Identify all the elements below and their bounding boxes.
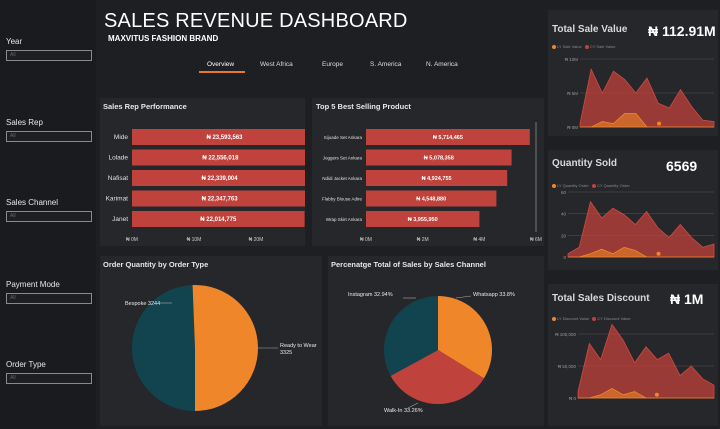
data-label: ₦ 4,548,880 [416, 197, 446, 203]
sales-rep-panel: Sales Rep Performance Mide ₦ 23,593,563 Lo… [100, 98, 305, 246]
data-label: ₦ 22,339,004 [202, 176, 239, 182]
category-label: Flabby Blouse Adire [322, 197, 363, 202]
y-tick-label: ₦ 5M [567, 91, 578, 96]
category-label: Mide [114, 134, 128, 141]
data-label: ₦ 3,955,950 [408, 217, 438, 223]
x-tick-label: ₦ 2M [417, 237, 429, 243]
category-label: Ndidi Jacket Ankara [322, 176, 362, 181]
filter-sales-channel: Sales Channel All [6, 198, 92, 222]
marker-dot [657, 121, 662, 126]
slice-label: Ready to Wear [280, 343, 317, 349]
payment-mode-dropdown[interactable]: All [6, 293, 92, 304]
kpi-total-sale-value: Total Sale Value ₦ 112.91M LY Sale Value… [548, 10, 718, 136]
brand-subtitle: MAXVITUS FASHION BRAND [108, 34, 219, 43]
slice-label: Whatsapp 33.8% [473, 292, 515, 298]
marker-dot [656, 251, 661, 256]
tab-s-america[interactable]: S. America [370, 61, 401, 68]
year-dropdown[interactable]: All [6, 50, 92, 61]
y-tick-label: 60 [561, 190, 567, 195]
kpi-quantity-sold: Quantity Sold 6569 LY Quantity Order CY … [548, 150, 718, 270]
filter-label: Order Type [6, 360, 46, 369]
sale-value-area-chart: ₦ 10M ₦ 5M ₦ 0M [565, 57, 715, 130]
slice-label: Walk-In 33.26% [384, 408, 423, 414]
category-label: Wrap Skirt Ankara [326, 217, 363, 222]
tab-n-america[interactable]: N. America [426, 61, 458, 68]
top-products-panel: Top 5 Best Selling Product Sijuade Set A… [312, 98, 544, 246]
data-label: ₦ 5,078,358 [424, 156, 454, 162]
x-tick-label: ₦ 20M [249, 237, 264, 243]
sales-rep-dropdown[interactable]: All [6, 131, 92, 142]
slice-label: Bespoke 3244 [125, 301, 160, 307]
category-label: Joggers Set Ankara [323, 156, 363, 161]
pie-slice [192, 285, 258, 411]
filter-label: Year [6, 37, 23, 46]
dashboard-title: SALES REVENUE DASHBOARD [104, 10, 408, 32]
y-tick-label: ₦ 0 [569, 396, 577, 401]
data-label: ₦ 22,014,775 [200, 217, 237, 223]
quantity-area-chart: 60 40 20 0 [561, 190, 715, 260]
cy-area [577, 323, 715, 399]
x-tick-label: ₦ 0M [360, 237, 372, 243]
order-type-pie: Bespoke 3244 Ready to Wear3325 [125, 285, 317, 411]
category-label: Karimat [106, 196, 129, 203]
filter-label: Payment Mode [6, 280, 60, 289]
category-label: Sijuade Set Ankara [324, 135, 363, 140]
x-tick-label: ₦ 4M [473, 237, 485, 243]
discount-area-chart: ₦ 100,000 ₦ 50,000 ₦ 0 [555, 323, 715, 401]
data-label: ₦ 22,556,018 [202, 156, 239, 162]
marker-dot [654, 392, 659, 397]
cy-area [579, 67, 715, 128]
category-label: Nafisat [108, 175, 128, 182]
tab-overview[interactable]: Overview [207, 61, 234, 68]
leader-line [455, 295, 472, 299]
x-tick-label: ₦ 0M [126, 237, 138, 243]
x-tick-label: ₦ 6M [530, 237, 542, 243]
dashboard-header: SALES REVENUE DASHBOARD MAXVITUS FASHION… [96, 0, 544, 95]
slice-label: Instagram 32.94% [348, 292, 393, 298]
y-tick-label: 20 [561, 233, 567, 238]
active-tab-indicator [199, 71, 245, 73]
category-label: Janet [112, 216, 128, 223]
sales-rep-chart: Mide ₦ 23,593,563 Lolade ₦ 22,556,018 Nafisa… [106, 129, 305, 243]
order-type-dropdown[interactable]: All [6, 373, 92, 384]
filter-payment-mode: Payment Mode All [6, 280, 92, 304]
filter-sidebar: Year All Sales Rep All Sales Channel All… [0, 0, 96, 429]
filter-year: Year All [6, 37, 92, 61]
y-tick-label: ₦ 50,000 [558, 364, 577, 369]
tab-west-africa[interactable]: West Africa [260, 61, 293, 68]
data-label: ₦ 23,593,563 [206, 135, 243, 141]
category-label: Lolade [108, 155, 128, 162]
data-label: ₦ 22,347,763 [202, 197, 239, 203]
top-products-chart: Sijuade Set Ankara ₦ 5,714,465 Joggers Set… [322, 122, 542, 243]
x-tick-label: ₦ 10M [187, 237, 202, 243]
sales-channel-panel: Percenatge Total of Sales by Sales Chann… [328, 256, 544, 426]
data-label: ₦ 5,714,465 [433, 135, 463, 141]
filter-label: Sales Channel [6, 198, 59, 207]
data-label: ₦ 4,924,755 [422, 176, 452, 182]
order-type-panel: Order Quantity by Order Type Bespoke 324… [100, 256, 322, 426]
y-tick-label: ₦ 100,000 [555, 332, 576, 337]
tab-europe[interactable]: Europe [322, 61, 343, 68]
sales-channel-pie: Whatsapp 33.8% Walk-In 33.26% Instagram 32… [348, 292, 515, 414]
filter-sales-rep: Sales Rep All [6, 118, 92, 142]
slice-label: 3325 [280, 350, 292, 356]
y-tick-label: 0 [563, 255, 566, 260]
filter-order-type: Order Type All [6, 360, 92, 384]
filter-label: Sales Rep [6, 118, 43, 127]
y-tick-label: 40 [561, 212, 567, 217]
kpi-total-sales-discount: Total Sales Discount ₦ 1M LY Discount Va… [548, 284, 718, 426]
cy-area [567, 200, 715, 258]
sales-channel-dropdown[interactable]: All [6, 211, 92, 222]
y-tick-label: ₦ 0M [567, 125, 578, 130]
y-tick-label: ₦ 10M [565, 57, 579, 62]
